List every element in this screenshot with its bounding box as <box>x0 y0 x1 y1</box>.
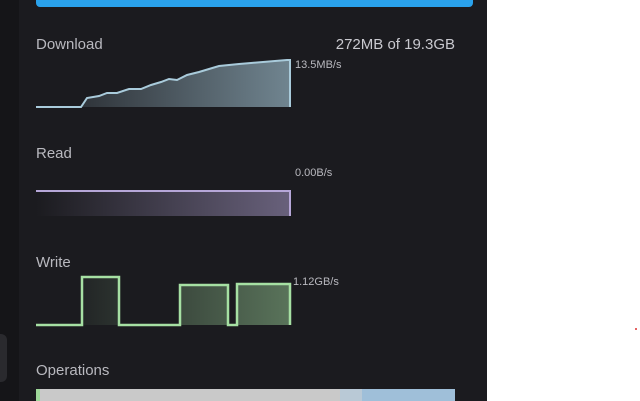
operations-segment <box>40 389 340 401</box>
read-graph <box>36 190 291 216</box>
cursor-dot <box>635 328 637 330</box>
disk-activity-panel: Download 272MB of 19.3GB 13.5MB/s Read 0… <box>19 0 487 401</box>
side-tab[interactable] <box>0 334 7 382</box>
operations-segment <box>362 389 455 401</box>
left-edge-panel <box>0 0 19 401</box>
download-graph <box>36 59 291 108</box>
write-graph <box>36 275 292 327</box>
read-graph-fill <box>36 191 290 216</box>
download-graph-fill <box>36 60 290 107</box>
activity-graphs <box>36 59 292 327</box>
operations-bar <box>36 389 455 401</box>
operations-segment <box>340 389 362 401</box>
